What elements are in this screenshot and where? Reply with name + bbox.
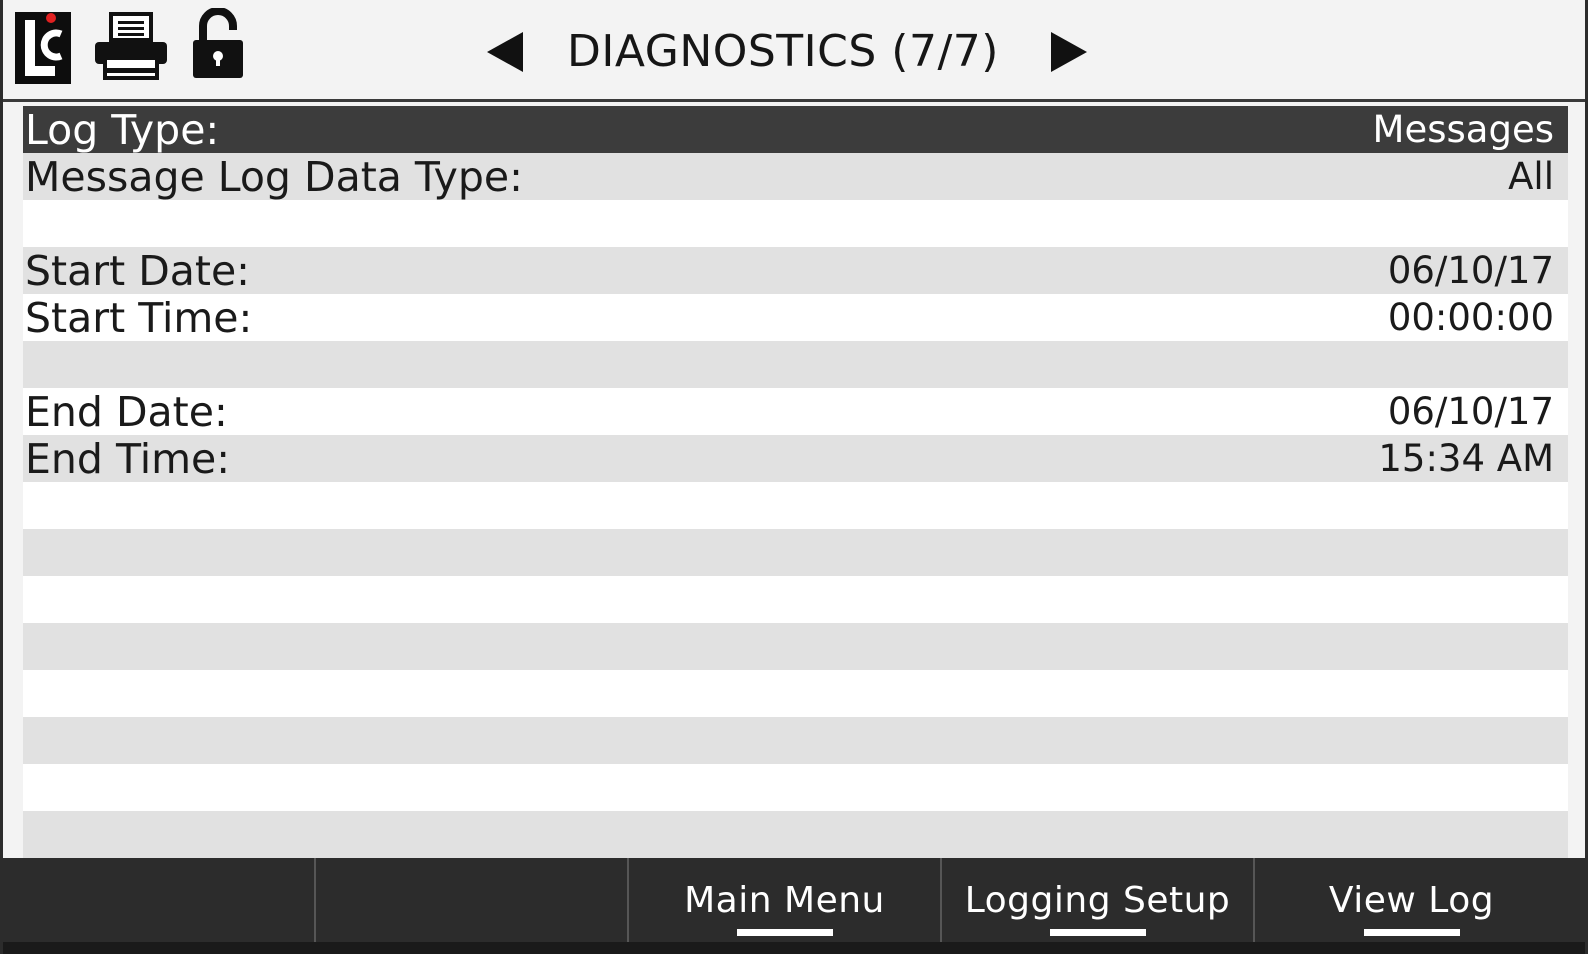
header-bar: DIAGNOSTICS (7/7) xyxy=(3,0,1585,102)
lc-logo-icon xyxy=(15,12,71,84)
softkey-1[interactable] xyxy=(3,858,316,942)
row-value: 15:34 AM xyxy=(1378,437,1554,480)
row-label: End Date: xyxy=(25,387,228,436)
row-value: All xyxy=(1508,155,1554,198)
row-empty xyxy=(23,670,1568,717)
triangle-left-icon xyxy=(487,32,523,72)
softkey-underline xyxy=(736,929,833,936)
softkey-underline xyxy=(1363,929,1460,936)
previous-page-button[interactable] xyxy=(485,30,525,74)
unlock-icon[interactable] xyxy=(191,7,245,80)
row-message-log-data-type[interactable]: Message Log Data Type: All xyxy=(23,152,1568,201)
next-page-button[interactable] xyxy=(1049,30,1089,74)
row-empty xyxy=(23,576,1568,623)
row-value: Messages xyxy=(1372,108,1554,151)
settings-list: Log Type: Messages Message Log Data Type… xyxy=(23,106,1568,862)
row-log-type[interactable]: Log Type: Messages xyxy=(23,105,1568,154)
row-empty xyxy=(23,717,1568,764)
row-end-date[interactable]: End Date: 06/10/17 xyxy=(23,387,1568,436)
page-title: DIAGNOSTICS (7/7) xyxy=(567,26,999,77)
softkey-bar: Main Menu Logging Setup View Log xyxy=(3,858,1585,954)
softkey-2[interactable] xyxy=(316,858,629,942)
softkey-label: Main Menu xyxy=(684,879,885,921)
row-label: End Time: xyxy=(25,434,231,483)
bottom-edge xyxy=(3,942,1585,954)
triangle-right-icon xyxy=(1051,32,1087,72)
softkey-underline xyxy=(1049,929,1146,936)
row-empty xyxy=(23,623,1568,670)
printer-icon[interactable] xyxy=(93,12,169,80)
row-empty xyxy=(23,200,1568,247)
row-label: Start Date: xyxy=(25,246,250,295)
row-empty xyxy=(23,764,1568,811)
main-menu-button[interactable]: Main Menu xyxy=(629,858,942,942)
row-value: 06/10/17 xyxy=(1387,390,1554,433)
view-log-button[interactable]: View Log xyxy=(1255,858,1568,942)
row-empty xyxy=(23,341,1568,388)
row-label: Start Time: xyxy=(25,293,253,342)
softkey-label: View Log xyxy=(1328,879,1495,921)
softkey-label: Logging Setup xyxy=(964,879,1231,921)
row-end-time[interactable]: End Time: 15:34 AM xyxy=(23,434,1568,483)
row-empty xyxy=(23,482,1568,529)
row-label: Log Type: xyxy=(25,105,220,154)
row-start-time[interactable]: Start Time: 00:00:00 xyxy=(23,293,1568,342)
row-value: 00:00:00 xyxy=(1387,296,1554,339)
row-value: 06/10/17 xyxy=(1387,249,1554,292)
logging-setup-button[interactable]: Logging Setup xyxy=(942,858,1255,942)
row-start-date[interactable]: Start Date: 06/10/17 xyxy=(23,246,1568,295)
row-empty xyxy=(23,529,1568,576)
row-label: Message Log Data Type: xyxy=(25,152,523,201)
diagnostics-screen: DIAGNOSTICS (7/7) Log Type: Messages Mes… xyxy=(0,0,1588,954)
row-empty xyxy=(23,811,1568,858)
